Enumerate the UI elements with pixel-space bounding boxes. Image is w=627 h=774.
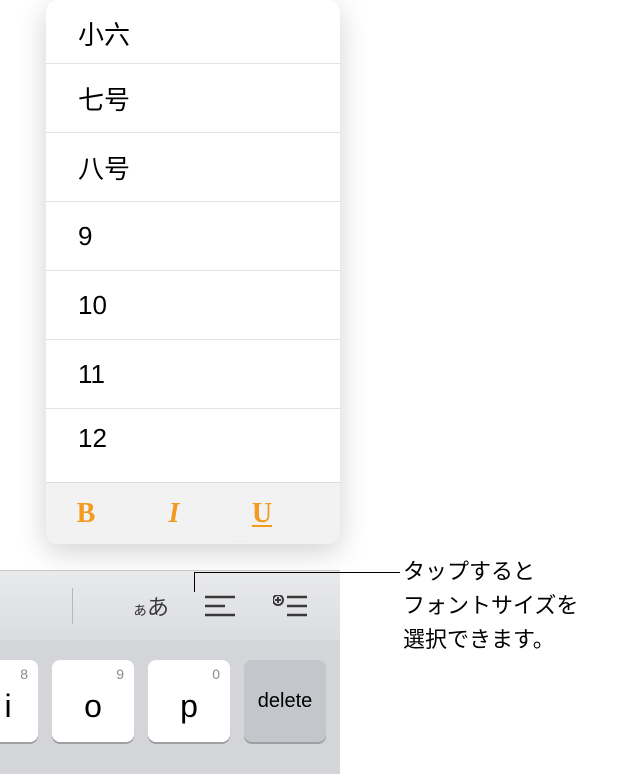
size-option-label: 八号	[78, 149, 130, 186]
key-hint: 9	[116, 666, 124, 682]
key-main: o	[84, 688, 102, 725]
size-option[interactable]: 12	[46, 409, 340, 461]
key-hint: 8	[20, 666, 28, 682]
keyboard-row: 8 i 9 o 0 p delete	[0, 640, 340, 774]
size-option-label: 10	[78, 290, 107, 321]
key-main: delete	[258, 690, 313, 713]
keyboard-shortcut-bar: ぁあ	[0, 570, 340, 640]
divider	[72, 588, 73, 624]
key-i[interactable]: 8 i	[0, 660, 38, 742]
size-option[interactable]: 11	[46, 340, 340, 409]
key-main: p	[180, 688, 198, 725]
popup-tail	[226, 542, 254, 544]
key-p[interactable]: 0 p	[148, 660, 230, 742]
size-option[interactable]: 八号	[46, 133, 340, 202]
key-o[interactable]: 9 o	[52, 660, 134, 742]
callout-line: タップすると	[403, 555, 613, 589]
underline-button[interactable]: U	[246, 498, 278, 530]
size-option[interactable]: 小六	[46, 4, 340, 64]
insert-list-icon	[273, 595, 307, 617]
callout-line: フォントサイズを	[403, 589, 613, 623]
font-size-shortcut-button[interactable]: ぁあ	[127, 583, 173, 629]
size-option[interactable]: 七号	[46, 64, 340, 133]
format-bar: B I U	[46, 482, 340, 544]
align-shortcut-button[interactable]	[197, 583, 243, 629]
aa-icon: ぁあ	[132, 590, 168, 622]
size-option-label: 9	[78, 221, 92, 252]
size-option[interactable]: 10	[46, 271, 340, 340]
font-size-popup: 小六 七号 八号 9 10 11 12 B I U	[46, 0, 340, 544]
bold-button[interactable]: B	[70, 498, 102, 530]
italic-button[interactable]: I	[158, 498, 190, 530]
size-option[interactable]: 9	[46, 202, 340, 271]
size-list: 小六 七号 八号 9 10 11 12	[46, 0, 340, 482]
size-option-label: 七号	[78, 80, 130, 117]
size-option-label: 11	[78, 359, 105, 390]
size-option-label: 12	[78, 423, 107, 454]
align-icon	[205, 595, 235, 617]
key-main: i	[4, 688, 11, 725]
callout-text: タップすると フォントサイズを 選択できます。	[403, 555, 613, 657]
key-delete[interactable]: delete	[244, 660, 326, 742]
callout-line: 選択できます。	[403, 623, 613, 657]
list-shortcut-button[interactable]	[267, 583, 313, 629]
key-hint: 0	[212, 666, 220, 682]
size-option-label: 小六	[78, 15, 130, 52]
